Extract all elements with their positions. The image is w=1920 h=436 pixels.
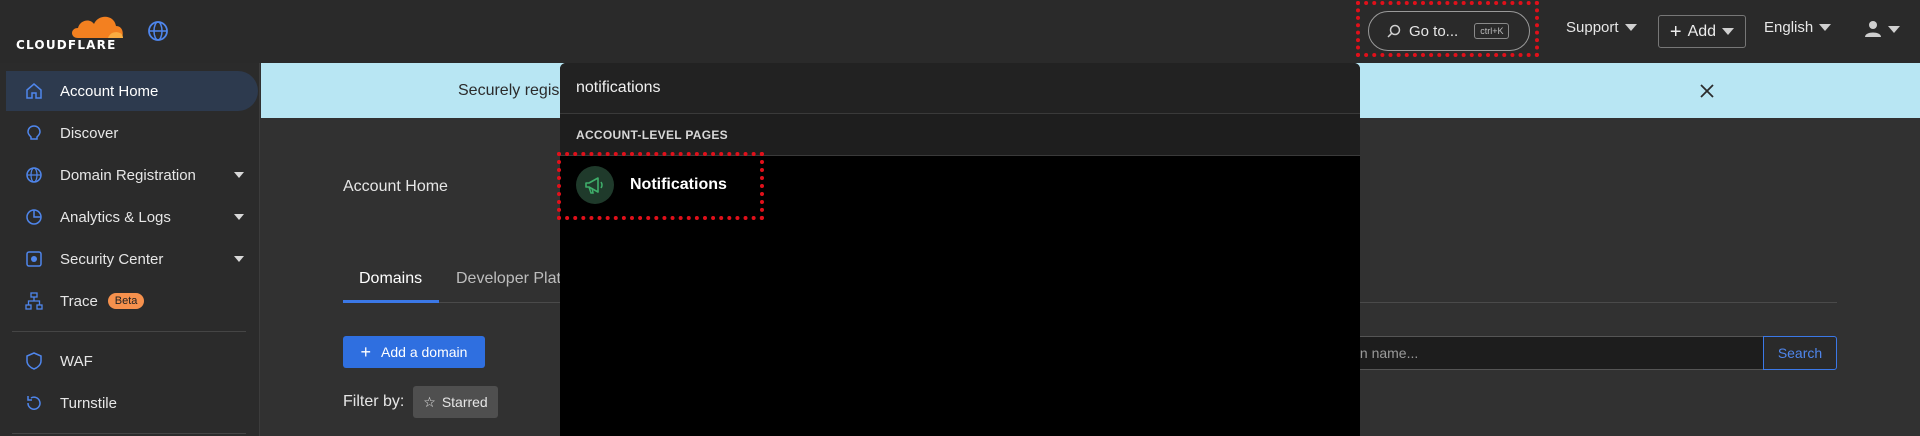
top-bar: CLOUDFLARE Go to... ctrl+K Support + Add… <box>0 0 1920 63</box>
sidebar-item-domain-registration[interactable]: Domain Registration <box>0 155 258 195</box>
language-label: English <box>1764 19 1814 36</box>
home-icon <box>24 81 44 101</box>
highlight-box <box>1356 1 1539 57</box>
cloud-logo-icon <box>72 16 123 38</box>
command-palette: notifications ACCOUNT-LEVEL PAGES Notifi… <box>560 63 1360 436</box>
add-button[interactable]: + Add <box>1658 15 1746 48</box>
sidebar-item-waf[interactable]: WAF <box>0 341 258 381</box>
filter-label: Filter by: <box>343 393 405 410</box>
plus-icon: + <box>360 342 372 362</box>
trace-icon <box>24 291 44 311</box>
pie-chart-icon <box>24 207 44 227</box>
sidebar-item-turnstile[interactable]: Turnstile <box>0 383 258 423</box>
chevron-down-icon <box>1819 24 1832 31</box>
chevron-down-icon[interactable] <box>234 172 244 178</box>
security-center-icon <box>24 249 44 269</box>
sidebar-item-label: Discover <box>60 124 119 142</box>
chevron-down-icon <box>1722 28 1735 35</box>
sidebar-item-label: Analytics & Logs <box>60 208 171 226</box>
tab-developer-platform[interactable]: Developer Plat <box>456 270 561 288</box>
sidebar-item-label: Turnstile <box>60 394 117 412</box>
globe-icon <box>24 165 44 185</box>
chevron-down-icon[interactable] <box>234 214 244 220</box>
search-button[interactable]: Search <box>1763 336 1837 370</box>
sidebar-item-trace[interactable]: Trace Beta <box>0 281 258 321</box>
highlight-box <box>557 152 764 220</box>
shield-icon <box>24 351 44 371</box>
sidebar-item-label: Security Center <box>60 250 164 268</box>
add-label: Add <box>1687 22 1717 40</box>
sidebar-item-label: Account Home <box>60 82 159 100</box>
star-icon: ☆ <box>423 393 436 410</box>
language-menu[interactable]: English <box>1764 19 1832 36</box>
sidebar-item-discover[interactable]: Discover <box>0 113 258 153</box>
chevron-down-icon <box>1624 24 1637 31</box>
support-label: Support <box>1566 19 1619 36</box>
sidebar-item-label: Domain Registration <box>60 166 196 184</box>
lightbulb-icon <box>24 123 44 143</box>
plus-icon: + <box>1669 20 1682 43</box>
chevron-down-icon[interactable] <box>234 256 244 262</box>
sidebar-item-account-home[interactable]: Account Home <box>6 71 258 111</box>
add-domain-label: Add a domain <box>381 344 468 360</box>
turnstile-icon <box>24 393 44 413</box>
sidebar-divider <box>12 433 246 434</box>
sidebar-divider <box>12 331 246 332</box>
close-icon[interactable] <box>1697 81 1717 101</box>
chevron-down-icon <box>1888 25 1900 33</box>
tab-domains[interactable]: Domains <box>359 270 422 288</box>
sidebar-item-security-center[interactable]: Security Center <box>0 239 258 279</box>
sidebar-item-analytics-logs[interactable]: Analytics & Logs <box>0 197 258 237</box>
sidebar-item-label: Trace <box>60 292 98 310</box>
sidebar: Account Home Discover Domain Registratio… <box>0 63 260 436</box>
active-tab-indicator <box>343 300 439 303</box>
cloudflare-logo[interactable]: CLOUDFLARE <box>16 10 124 52</box>
banner-text: Securely regis <box>458 82 560 99</box>
user-icon <box>1865 21 1881 37</box>
user-menu[interactable] <box>1864 20 1900 38</box>
globe-icon[interactable] <box>147 20 169 42</box>
beta-badge: Beta <box>107 293 145 309</box>
starred-label: Starred <box>441 394 488 410</box>
add-domain-button[interactable]: + Add a domain <box>343 336 485 368</box>
palette-search-input[interactable]: notifications <box>560 63 1360 114</box>
starred-filter-button[interactable]: ☆ Starred <box>413 386 498 418</box>
wordmark: CLOUDFLARE <box>16 38 117 52</box>
domain-search-input[interactable]: ain name... <box>1340 336 1764 370</box>
support-menu[interactable]: Support <box>1566 19 1637 36</box>
sidebar-item-label: WAF <box>60 352 93 370</box>
page-title: Account Home <box>343 178 448 195</box>
palette-group-heading: ACCOUNT-LEVEL PAGES <box>560 114 1360 156</box>
